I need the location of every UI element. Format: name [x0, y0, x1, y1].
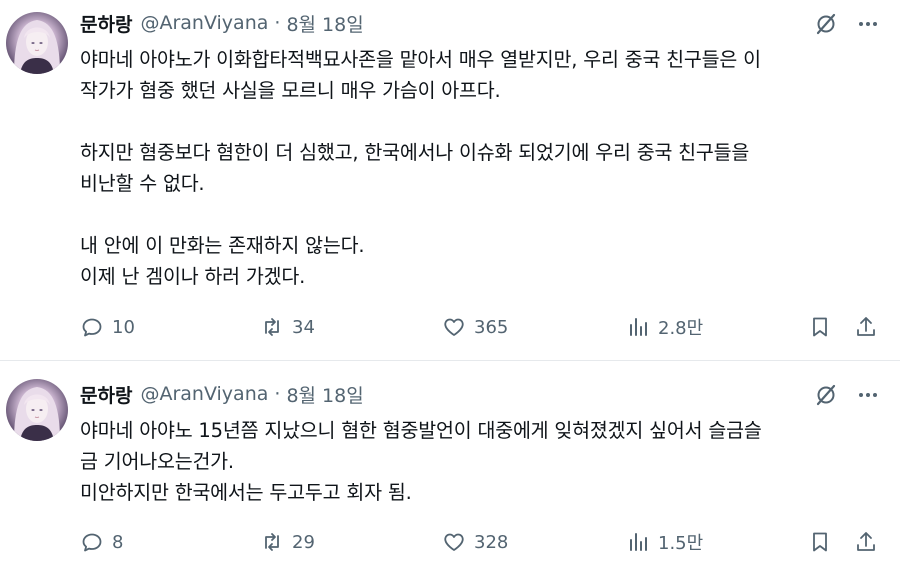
text-line: 이제 난 겜이나 하러 가겠다. [80, 265, 306, 288]
like-button[interactable]: 328 [442, 528, 508, 556]
repost-button[interactable]: 29 [260, 528, 315, 556]
reply-button[interactable]: 10 [80, 313, 135, 341]
share-icon [857, 317, 875, 336]
author-handle[interactable]: @AranViyana [140, 383, 268, 405]
avatar[interactable] [6, 12, 68, 74]
author-handle[interactable]: @AranViyana [140, 12, 268, 34]
repost-count: 29 [292, 531, 315, 553]
views-count: 1.5만 [658, 533, 704, 554]
text-line: 내 안에 이 만화는 존재하지 않는다. [80, 234, 365, 257]
tweet-header: 문하랑 @AranViyana · 8월 18일 [80, 10, 364, 36]
repost-icon [265, 533, 279, 551]
views-icon [630, 318, 647, 336]
like-count: 328 [474, 531, 509, 553]
repost-button[interactable]: 34 [260, 313, 315, 341]
tweet-header: 문하랑 @AranViyana · 8월 18일 [80, 381, 364, 407]
share-icon [857, 532, 875, 551]
grok-icon[interactable] [814, 12, 838, 36]
more-icon[interactable] [854, 383, 882, 407]
views-icon [630, 533, 647, 551]
bookmark-icon [813, 317, 827, 337]
avatar[interactable] [6, 379, 68, 441]
author-name[interactable]: 문하랑 [80, 10, 132, 37]
action-bar: 8 29 328 1.5만 [80, 528, 890, 556]
heart-icon [444, 533, 464, 551]
text-line: 비난할 수 없다. [80, 172, 205, 195]
action-bar: 10 34 365 2.8만 [80, 313, 890, 341]
repost-count: 34 [292, 316, 315, 338]
reply-icon [82, 533, 102, 552]
tweet-date[interactable]: 8월 18일 [286, 381, 363, 408]
share-button[interactable] [854, 313, 878, 341]
tweet-text: 야마네 아야노 15년쯤 지났으니 혐한 혐중발언이 대중에게 잊혀졌겠지 싶어… [80, 415, 880, 508]
reply-button[interactable]: 8 [80, 528, 123, 556]
author-name[interactable]: 문하랑 [80, 381, 132, 408]
views-button[interactable]: 1.5만 [626, 528, 703, 556]
reply-count: 10 [112, 316, 135, 338]
tweet-2[interactable]: 문하랑 @AranViyana · 8월 18일 야마네 아야노 15년쯤 지났… [0, 361, 900, 565]
tweet-date[interactable]: 8월 18일 [286, 10, 363, 37]
bookmark-button[interactable] [808, 313, 832, 341]
text-line: 미안하지만 한국에서는 두고두고 회자 됨. [80, 481, 412, 504]
like-button[interactable]: 365 [442, 313, 508, 341]
like-count: 365 [474, 316, 509, 338]
text-line: 야마네 아야노 15년쯤 지났으니 혐한 혐중발언이 대중에게 잊혀졌겠지 싶어… [80, 419, 762, 442]
bookmark-button[interactable] [808, 528, 832, 556]
views-count: 2.8만 [658, 318, 704, 339]
bookmark-icon [813, 532, 827, 552]
text-line: 작가가 혐중 했던 사실을 모르니 매우 가슴이 아프다. [80, 79, 501, 102]
text-line: 야마네 아야노가 이화합타적백묘사존을 맡아서 매우 열받지만, 우리 중국 친… [80, 48, 761, 71]
share-button[interactable] [854, 528, 878, 556]
more-icon[interactable] [854, 12, 882, 36]
repost-icon [265, 318, 279, 336]
grok-icon[interactable] [814, 383, 838, 407]
text-line: 하지만 혐중보다 혐한이 더 심했고, 한국에서나 이슈화 되었기에 우리 중국… [80, 141, 750, 164]
separator-dot: · [274, 383, 281, 405]
text-line: 금 기어나오는건가. [80, 450, 234, 473]
reply-icon [82, 318, 102, 337]
views-button[interactable]: 2.8만 [626, 313, 703, 341]
tweet-1[interactable]: 문하랑 @AranViyana · 8월 18일 야마네 아야노가 이화합타적백… [0, 0, 900, 360]
separator-dot: · [274, 12, 281, 34]
heart-icon [444, 318, 464, 336]
tweet-text: 야마네 아야노가 이화합타적백묘사존을 맡아서 매우 열받지만, 우리 중국 친… [80, 44, 880, 292]
reply-count: 8 [112, 531, 124, 553]
